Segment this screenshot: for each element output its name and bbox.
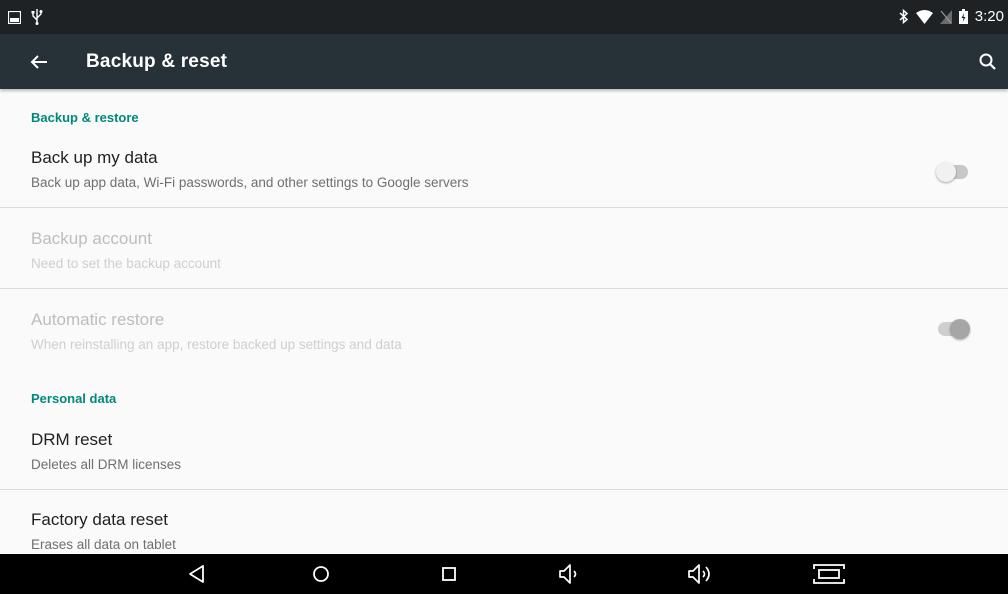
status-bar: 3:20: [0, 0, 1008, 34]
nav-home-button[interactable]: [308, 562, 334, 586]
section-header-personal-data: Personal data: [31, 391, 117, 406]
pref-automatic-restore-title: Automatic restore: [31, 310, 165, 329]
back-icon: [189, 565, 204, 583]
switch-thumb: [936, 162, 956, 182]
recents-icon: [442, 567, 456, 581]
nav-recents-button[interactable]: [436, 562, 462, 586]
search-icon: [979, 53, 996, 70]
app-bar: Backup & reset: [0, 34, 1008, 89]
pref-backup-my-data-title: Back up my data: [31, 148, 158, 167]
screenshot-icon: [813, 564, 845, 584]
pref-drm-reset[interactable]: DRM reset Deletes all DRM licenses: [0, 415, 1008, 489]
battery-charging-icon: [958, 9, 968, 24]
back-button[interactable]: [28, 51, 50, 73]
pref-factory-data-reset[interactable]: Factory data reset Erases all data on ta…: [0, 490, 1008, 554]
pref-backup-account[interactable]: Backup account Need to set the backup ac…: [0, 208, 1008, 288]
nav-back-button[interactable]: [184, 562, 210, 586]
pref-drm-reset-summary: Deletes all DRM licenses: [31, 457, 182, 472]
search-button[interactable]: [976, 50, 1000, 74]
no-sim-icon: [939, 9, 952, 24]
pref-backup-my-data-summary: Back up app data, Wi-Fi passwords, and o…: [31, 175, 469, 190]
bluetooth-icon: [899, 9, 908, 24]
pref-drm-reset-title: DRM reset: [31, 430, 113, 449]
status-time: 3:20: [974, 8, 1004, 25]
settings-list: Backup & restore Back up my data Back up…: [0, 89, 1008, 554]
automatic-restore-switch[interactable]: [938, 319, 970, 339]
switch-thumb: [950, 319, 970, 339]
pref-automatic-restore-summary: When reinstalling an app, restore backed…: [31, 337, 402, 352]
page-title: Backup & reset: [86, 51, 228, 72]
nav-volume-down-button[interactable]: [557, 562, 583, 586]
pref-backup-account-summary: Need to set the backup account: [31, 256, 221, 271]
section-header-backup-restore: Backup & restore: [31, 110, 139, 125]
navigation-bar: [0, 554, 1008, 594]
pref-factory-data-reset-title: Factory data reset: [31, 510, 169, 529]
pref-factory-data-reset-summary: Erases all data on tablet: [31, 537, 176, 552]
pref-backup-account-title: Backup account: [31, 229, 152, 248]
image-notification-icon: [8, 10, 21, 24]
pref-automatic-restore[interactable]: Automatic restore When reinstalling an a…: [0, 289, 1008, 361]
home-icon: [313, 566, 329, 582]
volume-up-icon: [688, 564, 710, 584]
arrow-back-icon: [30, 55, 47, 69]
pref-backup-my-data[interactable]: Back up my data Back up app data, Wi-Fi …: [0, 135, 1008, 207]
nav-screenshot-button[interactable]: [812, 562, 846, 586]
volume-down-icon: [559, 564, 577, 584]
backup-data-switch[interactable]: [936, 162, 968, 182]
nav-volume-up-button[interactable]: [686, 562, 716, 586]
wifi-icon: [915, 9, 933, 24]
usb-icon: [31, 9, 43, 25]
